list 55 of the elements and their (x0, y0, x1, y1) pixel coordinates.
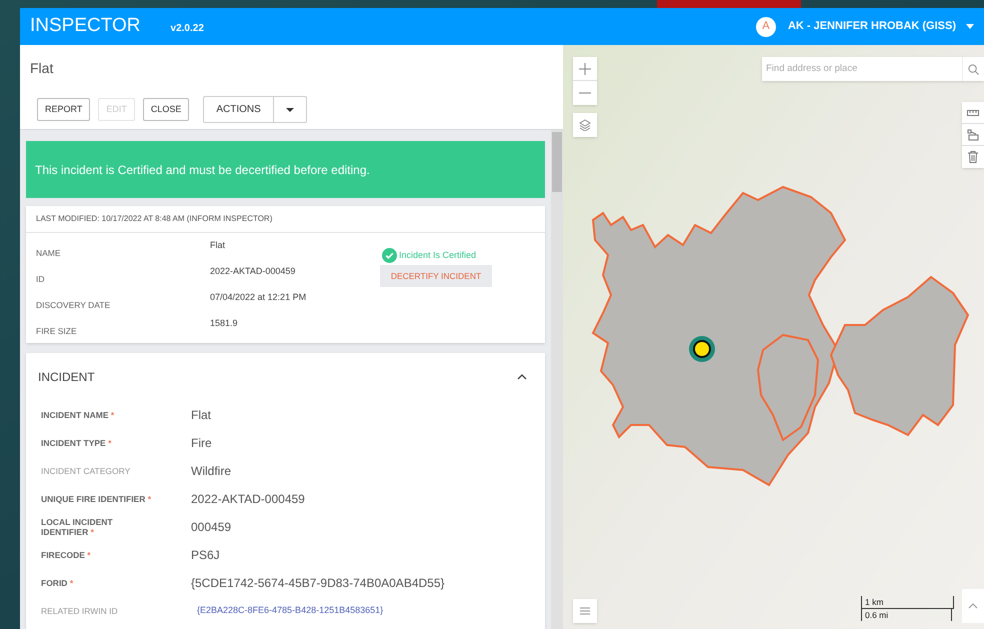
summary-label: FIRE SIZE (36, 325, 78, 338)
irwin-id-link[interactable]: {E2BA228C-8FE6-4785-B428-1251B4583651} (197, 604, 384, 618)
toolbar-button[interactable]: CLOSE (142, 98, 190, 121)
certified-status: Incident Is Certified (399, 248, 476, 262)
field-label: INCIDENT NAME * (41, 410, 116, 420)
record-title: Flat (29, 59, 54, 78)
version-label: v2.0.22 (170, 22, 204, 36)
scale-mi-label: 0.6 mi (862, 609, 952, 621)
trash-icon (968, 151, 978, 163)
chevron-icon (517, 374, 527, 380)
ruler-icon (967, 108, 979, 116)
caret-icon (966, 24, 974, 29)
field-label: INCIDENT TYPE * (41, 438, 112, 448)
minus-icon (579, 92, 591, 94)
field-value: Fire (191, 435, 212, 452)
field-value: 2022-AKTAD-000459 (191, 491, 305, 508)
field-value: PS6J (191, 547, 220, 564)
field-label: UNIQUE FIRE IDENTIFIER * (41, 494, 152, 504)
field-value: {5CDE1742-5674-45B7-9D83-74B0A0AB4D55} (191, 575, 445, 592)
field-value: Flat (191, 407, 212, 424)
layers-button[interactable] (573, 113, 597, 137)
field-value: 000459 (191, 519, 232, 536)
search-icon (968, 64, 979, 74)
certified-banner: This incident is Certified and must be decertified before editing. (26, 141, 545, 198)
field-label: FORID * (41, 578, 74, 588)
scale-km-label: 1 km (862, 596, 954, 609)
caret-icon (286, 108, 294, 112)
summary-value: Flat (210, 239, 226, 252)
field-label: INCIDENT CATEGORY (41, 466, 132, 476)
field-label: FIRECODE * (41, 550, 92, 560)
field-value: Wildfire (191, 463, 232, 480)
map-view[interactable]: Find address or place 1 km 0.6 mi (563, 45, 984, 629)
layers-icon (579, 119, 591, 131)
field-label: RELATED IRWIN ID (41, 606, 119, 616)
shapes-icon (967, 128, 979, 140)
list-icon (580, 607, 590, 615)
summary-value: 2022-AKTAD-000459 (210, 265, 296, 278)
last-modified-text: LAST MODIFIED: 10/17/2022 AT 8:48 AM (INFORM INSPECTOR) (26, 206, 545, 233)
plus-icon (579, 62, 591, 74)
summary-label: NAME (36, 247, 62, 260)
summary-label: DISCOVERY DATE (36, 299, 112, 312)
check-circle-icon (382, 248, 397, 263)
field-label: LOCAL INCIDENT IDENTIFIER * (41, 517, 114, 537)
incident-section-header[interactable]: INCIDENT (26, 353, 545, 401)
scrollbar[interactable] (551, 130, 563, 629)
toolbar-button[interactable]: REPORT (37, 98, 90, 121)
summary-value: 1581.9 (210, 317, 238, 330)
legend-button[interactable] (573, 599, 597, 623)
chevron-up-icon (968, 603, 978, 609)
actions-label[interactable]: ACTIONS (204, 97, 274, 122)
app-title: INSPECTOR (30, 14, 141, 38)
incident-marker-icon (688, 335, 716, 363)
summary-label: ID (36, 273, 46, 286)
summary-value: 07/04/2022 at 12:21 PM (210, 291, 306, 304)
actions-dropdown[interactable]: ACTIONS (203, 96, 307, 123)
